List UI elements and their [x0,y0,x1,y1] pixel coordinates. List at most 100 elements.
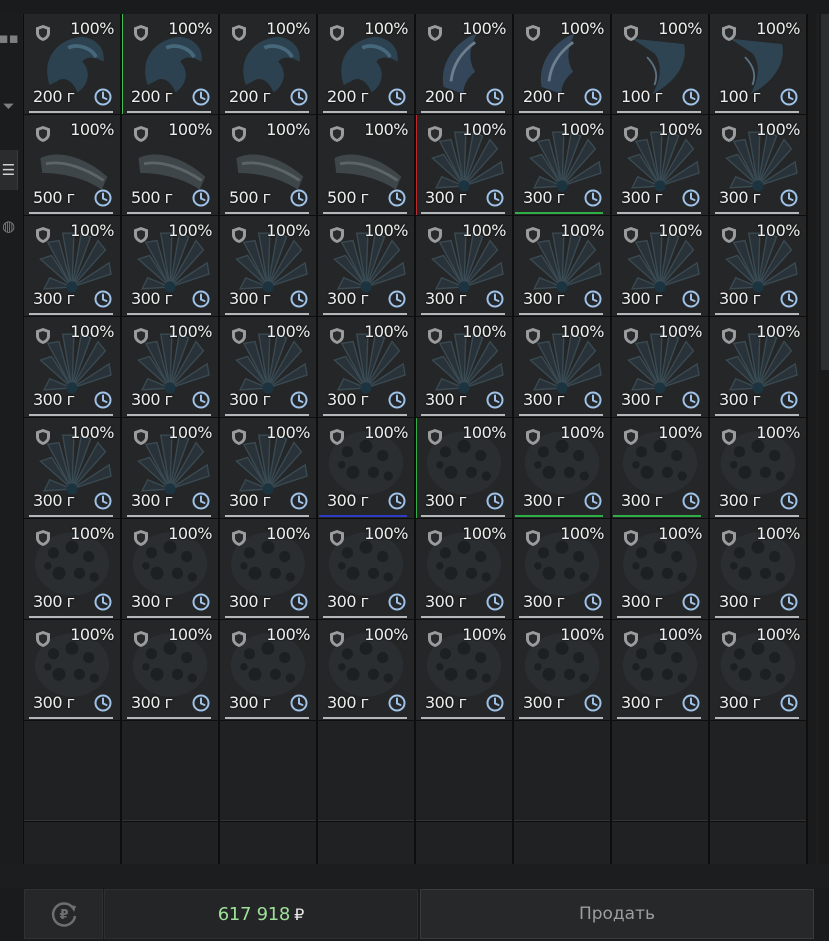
inventory-slot[interactable]: 100% 300 г [122,519,220,620]
globe-tab[interactable]: ◍ [0,206,17,246]
inventory-slot[interactable]: 100% 300 г [318,519,416,620]
weight-value: 300 г [425,390,467,409]
inventory-slot[interactable]: 100% 300 г [710,620,808,721]
inventory-slot[interactable]: 100% 300 г [514,216,612,317]
inventory-slot[interactable]: 100% 300 г [318,418,416,519]
list-icon: ☰ [1,160,16,179]
inventory-slot[interactable]: 100% 300 г [24,216,122,317]
inventory-slot[interactable]: 100% 300 г [318,620,416,721]
clock-icon [780,88,798,106]
inventory-slot[interactable]: 100% 300 г [220,317,318,418]
inventory-slot[interactable]: 100% 100 г [612,14,710,115]
empty-slot[interactable] [612,721,710,822]
empty-slot[interactable] [318,721,416,822]
inventory-slot[interactable]: 100% 300 г [24,418,122,519]
inventory-slot[interactable]: 100% 300 г [122,418,220,519]
empty-slot[interactable] [710,721,808,822]
inventory-slot[interactable]: 100% 300 г [710,216,808,317]
inventory-slot[interactable]: 100% 100 г [710,14,808,115]
inventory-slot[interactable]: 100% 300 г [514,620,612,721]
condition-value: 100% [756,221,800,240]
refresh-button[interactable]: ₽ [24,889,103,939]
inventory-slot[interactable]: 100% 300 г [318,216,416,317]
slot-underline [29,414,113,416]
scrollbar[interactable] [819,14,829,864]
inventory-slot[interactable]: 100% 300 г [122,317,220,418]
inventory-slot[interactable]: 100% 300 г [612,317,710,418]
condition-value: 100% [364,221,408,240]
inventory-slot[interactable]: 100% 300 г [220,418,318,519]
inventory-slot[interactable]: 100% 200 г [24,14,122,115]
scrollbar-thumb[interactable] [821,14,829,370]
empty-slot[interactable] [122,721,220,822]
inventory-slot[interactable]: 100% 300 г [612,418,710,519]
inventory-slot[interactable]: 100% 300 г [318,317,416,418]
condition-value: 100% [560,19,604,38]
shield-icon [36,328,50,344]
inventory-slot[interactable]: 100% 300 г [220,216,318,317]
inventory-slot[interactable]: 100% 200 г [514,14,612,115]
inventory-slot[interactable]: 100% 500 г [220,115,318,216]
clock-icon [290,694,308,712]
inventory-slot[interactable]: 100% 300 г [416,620,514,721]
clock-icon [682,694,700,712]
inventory-slot[interactable]: 100% 300 г [220,620,318,721]
inventory-slot[interactable]: 100% 300 г [612,620,710,721]
rarity-accent [613,515,701,517]
clock-icon [682,593,700,611]
inventory-slot[interactable]: 100% 300 г [514,115,612,216]
inventory-slot[interactable]: 100% 300 г [612,216,710,317]
inventory-slot[interactable]: 100% 300 г [612,519,710,620]
filter-tab[interactable]: ⏷ [0,86,17,126]
inventory-slot[interactable]: 100% 300 г [612,115,710,216]
inventory-slot[interactable]: 100% 500 г [24,115,122,216]
shield-icon [428,631,442,647]
inventory-slot[interactable]: 100% 300 г [514,317,612,418]
inventory-slot[interactable]: 100% 300 г [710,115,808,216]
clock-icon [388,189,406,207]
slot-underline [617,212,701,214]
inventory-slot[interactable]: 100% 300 г [514,418,612,519]
empty-slot[interactable] [220,721,318,822]
inventory-slot[interactable]: 100% 200 г [220,14,318,115]
clock-icon [94,290,112,308]
slot-underline [29,717,113,719]
shield-icon [232,429,246,445]
inventory-slot[interactable]: 100% 300 г [710,519,808,620]
inventory-slot[interactable]: 100% 300 г [24,519,122,620]
inventory-slot[interactable]: 100% 200 г [122,14,220,115]
inventory-slot[interactable]: 100% 300 г [24,620,122,721]
inventory-slot[interactable]: 100% 300 г [416,418,514,519]
inventory-slot[interactable]: 100% 300 г [220,519,318,620]
weight-value: 200 г [523,87,565,106]
weight-value: 300 г [33,491,75,510]
inventory-slot[interactable]: 100% 200 г [318,14,416,115]
svg-text:₽: ₽ [59,908,68,923]
list-view-tab[interactable]: ☰ [0,150,18,190]
empty-slot[interactable] [24,721,122,822]
shield-icon [36,126,50,142]
empty-slot[interactable] [416,721,514,822]
inventory-slot[interactable]: 100% 200 г [416,14,514,115]
inventory-slot[interactable]: 100% 300 г [24,317,122,418]
empty-slot[interactable] [514,721,612,822]
inventory-slot[interactable]: 100% 300 г [514,519,612,620]
inventory-slot[interactable]: 100% 300 г [416,317,514,418]
inventory-slot[interactable]: 100% 300 г [710,317,808,418]
slot-underline [519,313,603,315]
slot-underline [127,515,211,517]
inventory-slot[interactable]: 100% 300 г [710,418,808,519]
inventory-slot[interactable]: 100% 500 г [318,115,416,216]
weight-value: 300 г [131,289,173,308]
inventory-slot[interactable]: 100% 300 г [122,620,220,721]
inventory-slot[interactable]: 100% 300 г [416,216,514,317]
weight-value: 300 г [425,289,467,308]
grid-view-tab[interactable]: ▪▪ [0,18,19,58]
inventory-slot[interactable]: 100% 300 г [122,216,220,317]
inventory-slot[interactable]: 100% 300 г [416,115,514,216]
shield-icon [722,328,736,344]
inventory-slot[interactable]: 100% 300 г [416,519,514,620]
sell-button[interactable]: Продать [420,889,814,939]
inventory-slot[interactable]: 100% 500 г [122,115,220,216]
shield-icon [428,227,442,243]
